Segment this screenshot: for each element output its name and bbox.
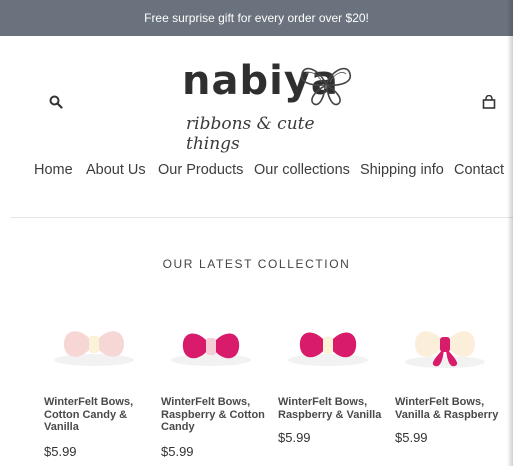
search-icon [49,95,63,109]
store-logo[interactable]: nabiya ribbons & cute things [178,58,358,158]
nav-item-home[interactable]: Home [34,162,73,178]
product-title[interactable]: WinterFelt Bows, Cotton Candy & Vanilla [44,396,154,434]
product-price: $5.99 [44,444,77,459]
product-title[interactable]: WinterFelt Bows, Raspberry & Cotton Cand… [161,396,271,434]
header-divider [10,217,513,218]
nav-item-our-collections[interactable]: Our collections [254,162,350,178]
product-image[interactable] [44,310,144,380]
product-image[interactable] [161,310,261,380]
nav-item-about-us[interactable]: About Us [86,162,146,178]
product-price: $5.99 [395,430,428,445]
window-edge-shadow [507,0,513,466]
section-title: OUR LATEST COLLECTION [162,257,351,271]
announcement-bar: Free surprise gift for every order over … [0,0,513,36]
cart-button[interactable] [482,94,496,109]
main-navigation: Home About Us Our Products Our collectio… [0,162,513,186]
announcement-text: Free surprise gift for every order over … [144,11,369,25]
product-title[interactable]: WinterFelt Bows, Vanilla & Raspberry [395,396,505,421]
site-header: nabiya ribbons & cute things Home About … [0,36,513,216]
butterfly-bow-icon [300,67,352,106]
product-image[interactable] [278,310,378,380]
nav-item-our-products[interactable]: Our Products [158,162,243,178]
logo-tagline: ribbons & cute things [186,114,315,154]
product-image[interactable] [395,310,495,380]
search-button[interactable] [49,95,63,109]
shopping-bag-icon [482,94,496,109]
nav-item-contact[interactable]: Contact [454,162,504,178]
product-title[interactable]: WinterFelt Bows, Raspberry & Vanilla [278,396,388,421]
product-price: $5.99 [278,430,311,445]
product-price: $5.99 [161,444,194,459]
nav-item-shipping-info[interactable]: Shipping info [360,162,444,178]
